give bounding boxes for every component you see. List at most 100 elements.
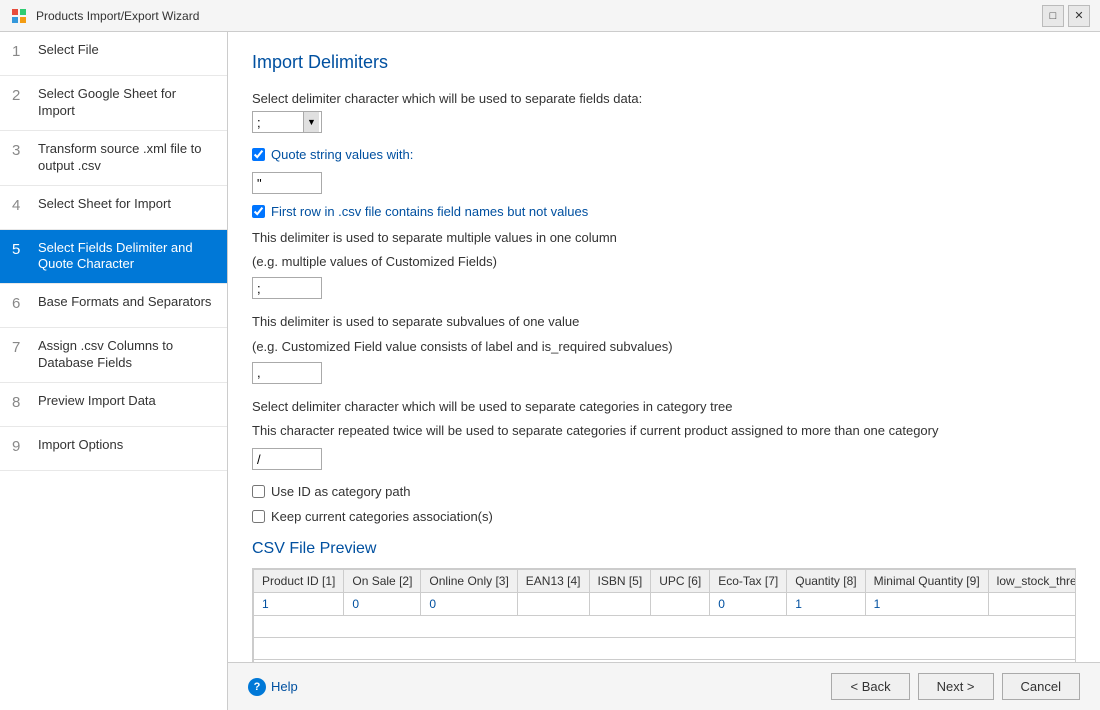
content-main: Import Delimiters Select delimiter chara… [228,32,1100,662]
sidebar-item-label-1: Select File [38,42,99,59]
close-button[interactable]: ✕ [1068,5,1090,27]
sidebar-item-label-4: Select Sheet for Import [38,196,171,213]
useid-checkbox[interactable] [252,485,265,498]
cell-row1-col-2: 0 [344,593,421,616]
sidebar: 1 Select File 2 Select Google Sheet for … [0,32,228,710]
minimize-button[interactable]: □ [1042,5,1064,27]
cell-row1-col-8: 1 [787,593,865,616]
subvalue-input-row [252,362,1076,384]
multivalue-input-row [252,277,1076,299]
quote-checkbox-row: Quote string values with: [252,147,1076,162]
header-col-6: UPC [6] [651,570,710,593]
keepcat-label[interactable]: Keep current categories association(s) [271,509,493,524]
cell-row1-col-3: 0 [421,593,517,616]
firstrow-checkbox[interactable] [252,205,265,218]
csv-preview-title: CSV File Preview [252,540,1076,558]
help-label: Help [271,679,298,694]
next-button[interactable]: Next > [918,673,994,700]
useid-label[interactable]: Use ID as category path [271,484,410,499]
title-bar: Products Import/Export Wizard □ ✕ [0,0,1100,32]
sidebar-item-number-5: 5 [12,241,28,258]
header-col-2: On Sale [2] [344,570,421,593]
delimiter-label: Select delimiter character which will be… [252,91,1076,106]
sidebar-item-label-9: Import Options [38,437,123,454]
quote-label[interactable]: Quote string values with: [271,147,413,162]
sidebar-item-1[interactable]: 1 Select File [0,32,227,76]
cell-row1-col-10 [988,593,1076,616]
multivalue-input[interactable] [252,277,322,299]
help-link[interactable]: ? Help [248,678,298,696]
sidebar-item-8[interactable]: 8 Preview Import Data [0,383,227,427]
preview-table-head: Product ID [1]On Sale [2]Online Only [3]… [254,570,1077,593]
preview-table-row-1: 100011 [254,593,1077,616]
cell-row1-col-7: 0 [710,593,787,616]
header-col-10: low_stock_threshold [10 [988,570,1076,593]
sidebar-item-number-1: 1 [12,43,28,60]
sidebar-item-number-9: 9 [12,438,28,455]
delimiter-group: Select delimiter character which will be… [252,91,1076,133]
sidebar-item-label-6: Base Formats and Separators [38,294,211,311]
back-button[interactable]: < Back [831,673,909,700]
quote-value-input[interactable] [252,172,322,194]
sidebar-item-number-6: 6 [12,295,28,312]
keepcat-checkbox[interactable] [252,510,265,523]
multivalue-desc1: This delimiter is used to separate multi… [252,229,1076,247]
multivalue-section: This delimiter is used to separate multi… [252,229,1076,299]
header-col-3: Online Only [3] [421,570,517,593]
sidebar-item-9[interactable]: 9 Import Options [0,427,227,471]
subvalue-section: This delimiter is used to separate subva… [252,313,1076,383]
sidebar-item-7[interactable]: 7 Assign .csv Columns to Database Fields [0,328,227,383]
app-title: Products Import/Export Wizard [36,9,1042,23]
sidebar-item-number-8: 8 [12,394,28,411]
subvalue-desc1: This delimiter is used to separate subva… [252,313,1076,331]
sidebar-item-4[interactable]: 4 Select Sheet for Import [0,186,227,230]
sidebar-item-label-5: Select Fields Delimiter and Quote Charac… [38,240,215,274]
preview-table-body: 100011 [254,593,1077,662]
sidebar-item-label-2: Select Google Sheet for Import [38,86,215,120]
firstrow-label[interactable]: First row in .csv file contains field na… [271,204,588,219]
category-section: Select delimiter character which will be… [252,398,1076,470]
quote-checkbox[interactable] [252,148,265,161]
delimiter-dropdown[interactable]: ▼ [252,111,322,133]
firstrow-checkbox-row: First row in .csv file contains field na… [252,204,1076,219]
footer-buttons: < Back Next > Cancel [831,673,1080,700]
sidebar-item-2[interactable]: 2 Select Google Sheet for Import [0,76,227,131]
subvalue-input[interactable] [252,362,322,384]
preview-table-row-empty-2 [254,638,1077,660]
delimiter-arrow-icon[interactable]: ▼ [303,112,319,132]
main-container: 1 Select File 2 Select Google Sheet for … [0,32,1100,710]
sidebar-item-number-3: 3 [12,142,28,159]
sidebar-item-3[interactable]: 3 Transform source .xml file to output .… [0,131,227,186]
preview-table-wrapper: Product ID [1]On Sale [2]Online Only [3]… [252,568,1076,662]
sidebar-item-number-2: 2 [12,87,28,104]
multivalue-desc2: (e.g. multiple values of Customized Fiel… [252,253,1076,271]
help-icon: ? [248,678,266,696]
cell-row1-col-4 [517,593,589,616]
header-col-8: Quantity [8] [787,570,865,593]
footer-bar: ? Help < Back Next > Cancel [228,662,1100,710]
sidebar-item-number-7: 7 [12,339,28,356]
category-desc1: Select delimiter character which will be… [252,398,1076,416]
preview-table-row-empty-1 [254,616,1077,638]
sidebar-item-6[interactable]: 6 Base Formats and Separators [0,284,227,328]
cancel-button[interactable]: Cancel [1002,673,1080,700]
category-input[interactable] [252,448,322,470]
sidebar-item-label-8: Preview Import Data [38,393,156,410]
useid-checkbox-row: Use ID as category path [252,484,1076,499]
content-area: Import Delimiters Select delimiter chara… [228,32,1100,710]
sidebar-item-number-4: 4 [12,197,28,214]
preview-table-header-row: Product ID [1]On Sale [2]Online Only [3]… [254,570,1077,593]
csv-preview-section: CSV File Preview Product ID [1]On Sale [… [252,540,1076,662]
delimiter-input[interactable] [253,113,303,132]
cell-row1-col-6 [651,593,710,616]
app-icon [10,7,28,25]
quote-input-row [252,172,1076,194]
page-title: Import Delimiters [252,52,1076,73]
category-input-row [252,448,1076,470]
header-col-9: Minimal Quantity [9] [865,570,988,593]
preview-table: Product ID [1]On Sale [2]Online Only [3]… [253,569,1076,662]
cell-row1-col-9: 1 [865,593,988,616]
header-col-5: ISBN [5] [589,570,651,593]
subvalue-desc2: (e.g. Customized Field value consists of… [252,338,1076,356]
sidebar-item-5[interactable]: 5 Select Fields Delimiter and Quote Char… [0,230,227,285]
